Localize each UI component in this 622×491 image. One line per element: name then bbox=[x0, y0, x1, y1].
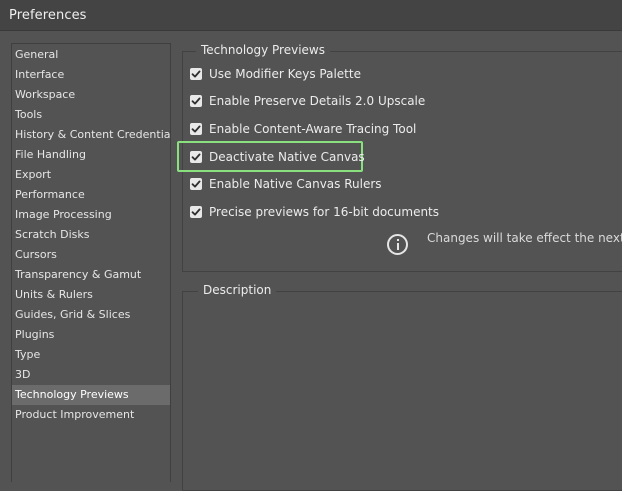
checkmark-icon bbox=[191, 125, 201, 133]
sidebar-item-technology-previews[interactable]: Technology Previews bbox=[12, 385, 170, 405]
sidebar-item-units-rulers[interactable]: Units & Rulers bbox=[12, 285, 170, 305]
preferences-sidebar: General Interface Workspace Tools Histor… bbox=[11, 43, 171, 482]
sidebar-item-workspace[interactable]: Workspace bbox=[12, 85, 170, 105]
sidebar-item-image-processing[interactable]: Image Processing bbox=[12, 205, 170, 225]
sidebar-item-scratch-disks[interactable]: Scratch Disks bbox=[12, 225, 170, 245]
checkmark-icon bbox=[191, 153, 201, 161]
option-enable-preserve-details-upscale[interactable]: Enable Preserve Details 2.0 Upscale bbox=[190, 92, 425, 110]
window-title: Preferences bbox=[9, 8, 87, 23]
option-label: Deactivate Native Canvas bbox=[209, 150, 365, 164]
title-bar: Preferences bbox=[0, 0, 622, 31]
option-precise-previews-16-bit[interactable]: Precise previews for 16-bit documents bbox=[190, 203, 439, 221]
checkbox-checked[interactable] bbox=[190, 68, 202, 80]
technology-previews-legend: Technology Previews bbox=[196, 43, 330, 57]
sidebar-item-general[interactable]: General bbox=[12, 45, 170, 65]
option-label: Use Modifier Keys Palette bbox=[209, 67, 361, 81]
sidebar-item-file-handling[interactable]: File Handling bbox=[12, 145, 170, 165]
option-label: Enable Preserve Details 2.0 Upscale bbox=[209, 94, 426, 108]
sidebar-item-product-improvement[interactable]: Product Improvement bbox=[12, 405, 170, 425]
sidebar-item-interface[interactable]: Interface bbox=[12, 65, 170, 85]
option-enable-content-aware-tracing-tool[interactable]: Enable Content-Aware Tracing Tool bbox=[190, 120, 416, 138]
sidebar-item-tools[interactable]: Tools bbox=[12, 105, 170, 125]
sidebar-item-performance[interactable]: Performance bbox=[12, 185, 170, 205]
checkbox-checked[interactable] bbox=[190, 151, 202, 163]
checkbox-checked[interactable] bbox=[190, 123, 202, 135]
sidebar-item-transparency-gamut[interactable]: Transparency & Gamut bbox=[12, 265, 170, 285]
checkbox-checked[interactable] bbox=[190, 95, 202, 107]
option-label: Precise previews for 16-bit documents bbox=[209, 205, 440, 219]
description-group bbox=[182, 291, 622, 491]
restart-notice: Changes will take effect the next tim bbox=[427, 231, 622, 245]
checkbox-checked[interactable] bbox=[190, 178, 202, 190]
checkbox-checked[interactable] bbox=[190, 206, 202, 218]
info-icon bbox=[387, 234, 408, 255]
checkmark-icon bbox=[191, 208, 201, 216]
checkmark-icon bbox=[191, 97, 201, 105]
option-label: Enable Native Canvas Rulers bbox=[209, 177, 382, 191]
sidebar-item-history-content-credentials[interactable]: History & Content Credentials bbox=[12, 125, 170, 145]
sidebar-item-cursors[interactable]: Cursors bbox=[12, 245, 170, 265]
option-label: Enable Content-Aware Tracing Tool bbox=[209, 122, 417, 136]
sidebar-list: General Interface Workspace Tools Histor… bbox=[12, 44, 170, 425]
sidebar-item-type[interactable]: Type bbox=[12, 345, 170, 365]
sidebar-item-3d[interactable]: 3D bbox=[12, 365, 170, 385]
option-use-modifier-keys-palette[interactable]: Use Modifier Keys Palette bbox=[190, 65, 361, 83]
sidebar-item-guides-grid-slices[interactable]: Guides, Grid & Slices bbox=[12, 305, 170, 325]
checkmark-icon bbox=[191, 180, 201, 188]
checkmark-icon bbox=[191, 70, 201, 78]
description-legend: Description bbox=[198, 283, 277, 297]
sidebar-item-plugins[interactable]: Plugins bbox=[12, 325, 170, 345]
option-deactivate-native-canvas[interactable]: Deactivate Native Canvas bbox=[190, 148, 365, 166]
option-enable-native-canvas-rulers[interactable]: Enable Native Canvas Rulers bbox=[190, 175, 382, 193]
sidebar-item-export[interactable]: Export bbox=[12, 165, 170, 185]
